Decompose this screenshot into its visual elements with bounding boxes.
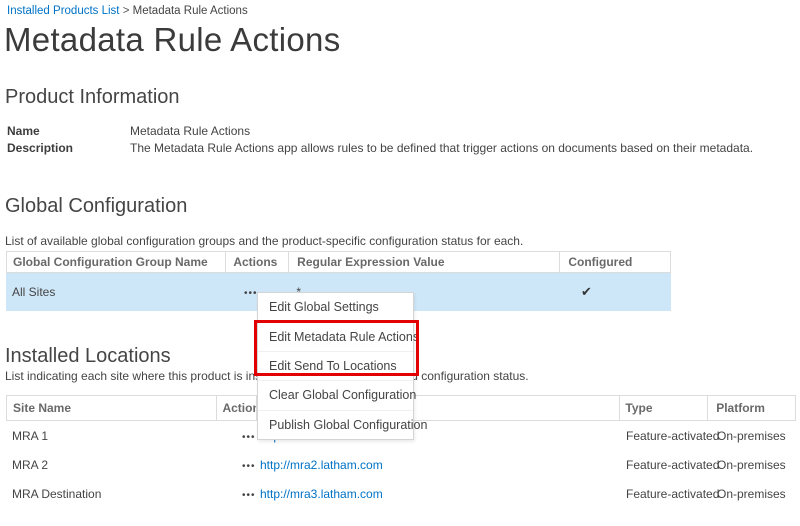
configured-check-icon: ✔: [581, 284, 592, 299]
type-cell: Feature-activated: [621, 487, 709, 501]
group-name-cell: All Sites: [6, 285, 226, 299]
type-cell: Feature-activated: [621, 458, 709, 472]
header-actions: Actions: [217, 396, 257, 420]
platform-cell: On-premises: [709, 429, 796, 443]
section-heading-global-configuration: Global Configuration: [5, 195, 187, 218]
section-heading-installed-locations: Installed Locations: [5, 345, 171, 368]
row-actions-ellipsis-icon[interactable]: •••: [244, 288, 258, 299]
product-description-row: DescriptionThe Metadata Rule Actions app…: [7, 141, 753, 155]
product-name-row: NameMetadata Rule Actions: [7, 124, 250, 138]
type-cell: Feature-activated: [621, 429, 709, 443]
header-global-configuration-group-name: Global Configuration Group Name: [7, 252, 226, 272]
menu-item-clear-global-configuration[interactable]: Clear Global Configuration: [258, 380, 413, 409]
site-name-cell: MRA 2: [6, 458, 217, 472]
menu-item-edit-global-settings[interactable]: Edit Global Settings: [258, 293, 413, 321]
header-actions: Actions: [226, 252, 289, 272]
site-name-cell: MRA Destination: [6, 487, 217, 501]
product-description-value: The Metadata Rule Actions app allows rul…: [130, 141, 753, 155]
header-platform: Platform: [708, 396, 795, 420]
product-name-value: Metadata Rule Actions: [130, 124, 250, 138]
breadcrumb-current: Metadata Rule Actions: [133, 5, 248, 17]
menu-item-edit-send-to-locations[interactable]: Edit Send To Locations: [258, 351, 413, 380]
row-actions-ellipsis-icon[interactable]: •••: [242, 461, 256, 472]
product-description-label: Description: [7, 141, 130, 155]
global-configuration-subtitle: List of available global configuration g…: [5, 234, 523, 248]
global-configuration-table-header: Global Configuration Group Name Actions …: [6, 251, 671, 273]
row-actions-ellipsis-icon[interactable]: •••: [242, 432, 256, 443]
actions-context-menu: Edit Global Settings Edit Metadata Rule …: [257, 292, 414, 440]
header-regular-expression-value: Regular Expression Value: [289, 252, 560, 272]
platform-cell: On-premises: [709, 487, 796, 501]
page-title: Metadata Rule Actions: [4, 20, 341, 60]
menu-item-edit-metadata-rule-actions[interactable]: Edit Metadata Rule Actions: [258, 321, 413, 350]
table-row-mra-2: MRA 2 ••• http://mra2.latham.com Feature…: [6, 450, 796, 479]
row-actions-ellipsis-icon[interactable]: •••: [242, 490, 256, 501]
breadcrumb: Installed Products List > Metadata Rule …: [7, 5, 248, 17]
platform-cell: On-premises: [709, 458, 796, 472]
site-name-cell: MRA 1: [6, 429, 217, 443]
header-type: Type: [620, 396, 708, 420]
site-url-link[interactable]: http://mra3.latham.com: [260, 487, 383, 501]
header-configured: Configured: [560, 252, 670, 272]
section-heading-product-information: Product Information: [5, 86, 180, 109]
table-row-mra-destination: MRA Destination ••• http://mra3.latham.c…: [6, 479, 796, 508]
menu-item-publish-global-configuration[interactable]: Publish Global Configuration: [258, 410, 413, 439]
site-url-link[interactable]: http://mra2.latham.com: [260, 458, 383, 472]
header-site-name: Site Name: [7, 396, 217, 420]
breadcrumb-link-installed-products[interactable]: Installed Products List: [7, 5, 120, 17]
product-name-label: Name: [7, 124, 130, 138]
breadcrumb-separator: >: [120, 5, 133, 17]
